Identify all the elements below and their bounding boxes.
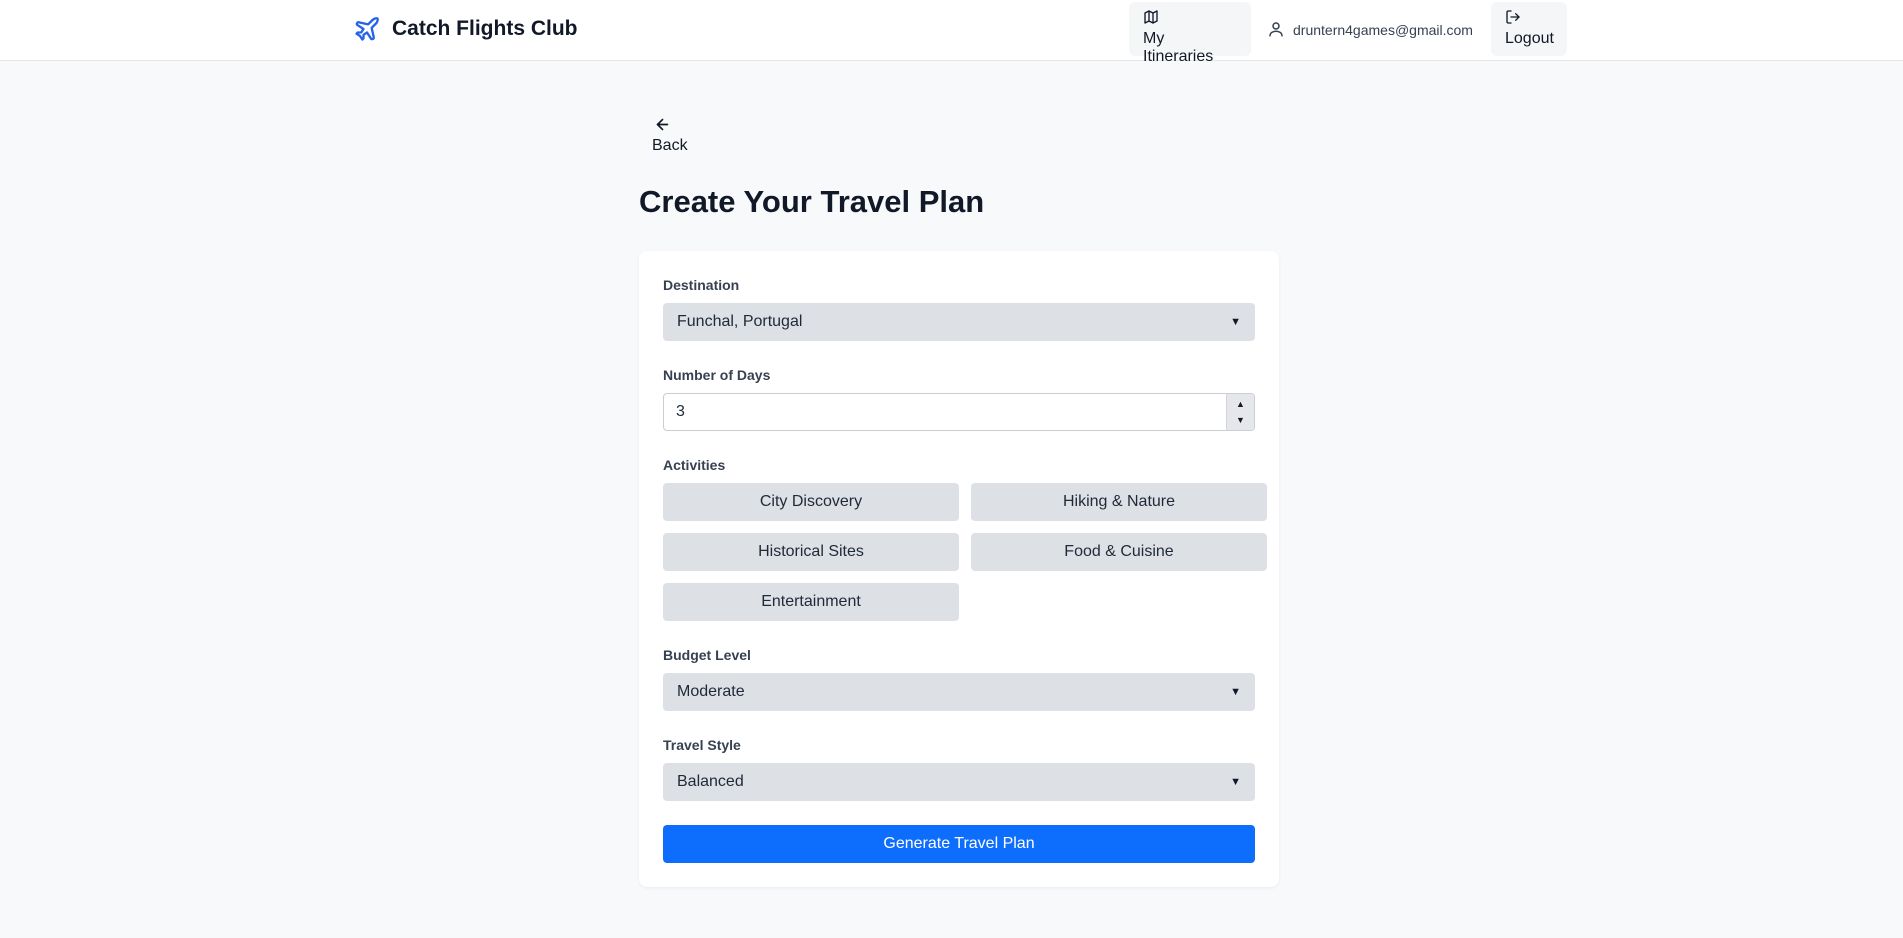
activity-food-cuisine[interactable]: Food & Cuisine	[971, 533, 1267, 571]
map-icon	[1143, 9, 1237, 27]
activity-hiking-nature[interactable]: Hiking & Nature	[971, 483, 1267, 521]
user-email: druntern4games@gmail.com	[1293, 22, 1473, 38]
activity-historical-sites[interactable]: Historical Sites	[663, 533, 959, 571]
step-down-icon[interactable]: ▼	[1236, 412, 1245, 428]
days-value: 3	[676, 403, 685, 420]
top-navbar: Catch Flights Club My Itineraries drunte…	[0, 0, 1903, 65]
user-icon	[1267, 20, 1285, 41]
back-button[interactable]: Back	[652, 116, 692, 160]
travel-style-value: Balanced	[677, 773, 744, 790]
user-account: druntern4games@gmail.com	[1267, 18, 1473, 42]
travel-style-select[interactable]: Balanced ▼	[663, 763, 1255, 801]
budget-label: Budget Level	[663, 647, 751, 663]
plane-icon	[352, 14, 382, 44]
activities-label: Activities	[663, 457, 726, 473]
destination-label: Destination	[663, 277, 740, 293]
budget-select[interactable]: Moderate ▼	[663, 673, 1255, 711]
my-itineraries-button[interactable]: My Itineraries	[1129, 2, 1251, 65]
my-itineraries-label: My Itineraries	[1143, 30, 1214, 65]
destination-value: Funchal, Portugal	[677, 313, 803, 330]
logout-label: Logout	[1505, 30, 1554, 47]
generate-plan-button[interactable]: Generate Travel Plan	[663, 825, 1255, 863]
days-input[interactable]: 3 ▲ ▼	[663, 393, 1255, 431]
activity-entertainment[interactable]: Entertainment	[663, 583, 959, 621]
destination-select[interactable]: Funchal, Portugal ▼	[663, 303, 1255, 341]
logout-icon	[1505, 9, 1553, 27]
caret-down-icon: ▼	[1230, 686, 1241, 698]
travel-plan-form: Destination Funchal, Portugal ▼ Number o…	[639, 251, 1279, 887]
days-label: Number of Days	[663, 367, 771, 383]
brand-logo[interactable]: Catch Flights Club	[352, 13, 578, 45]
caret-down-icon: ▼	[1230, 316, 1241, 328]
back-label: Back	[652, 137, 688, 154]
budget-value: Moderate	[677, 683, 745, 700]
page-title: Create Your Travel Plan	[639, 184, 985, 219]
step-up-icon[interactable]: ▲	[1236, 396, 1245, 412]
brand-name: Catch Flights Club	[392, 17, 578, 40]
activity-city-discovery[interactable]: City Discovery	[663, 483, 959, 521]
logout-button[interactable]: Logout	[1491, 2, 1567, 56]
arrow-left-icon	[652, 116, 692, 134]
caret-down-icon: ▼	[1230, 776, 1241, 788]
travel-style-label: Travel Style	[663, 737, 741, 753]
days-stepper[interactable]: ▲ ▼	[1226, 394, 1254, 430]
